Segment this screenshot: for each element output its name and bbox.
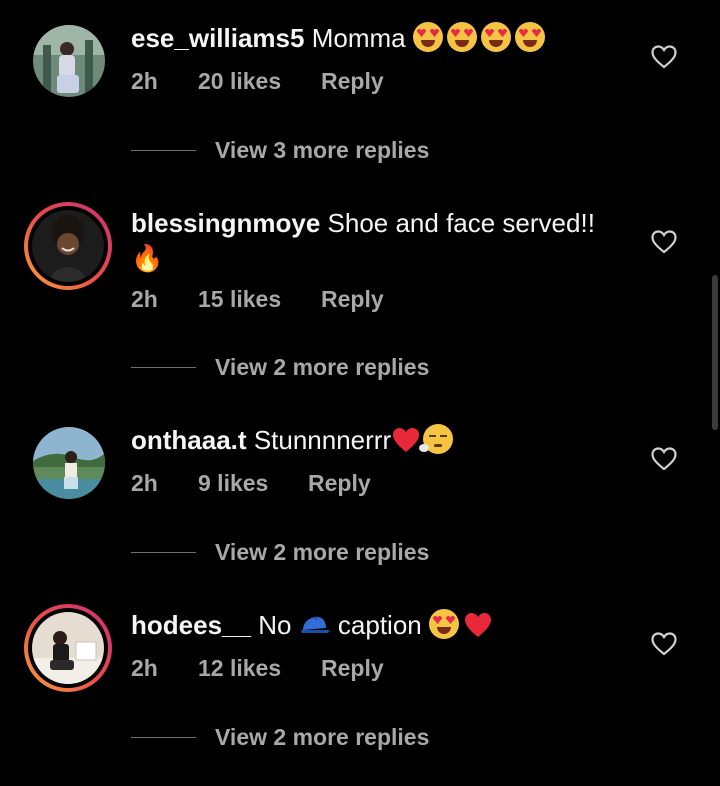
heart-eyes-emoji [412, 22, 549, 53]
comment-body-after: caption [337, 610, 422, 640]
fire-emoji: 🔥 [131, 244, 164, 275]
view-replies-label: View 2 more replies [215, 724, 430, 750]
cap-emoji [300, 616, 330, 633]
view-more-replies-button[interactable]: View 2 more replies [131, 539, 429, 566]
divider [131, 367, 196, 368]
view-more-replies-button[interactable]: View 2 more replies [131, 724, 429, 751]
avatar[interactable] [33, 25, 105, 97]
comment-body: Momma [311, 23, 406, 53]
view-more-replies-button[interactable]: View 2 more replies [131, 354, 429, 381]
comment-meta: 2h 9 likes Reply [131, 470, 371, 497]
red-heart-emoji [393, 428, 420, 452]
comment-meta: 2h 20 likes Reply [131, 68, 384, 95]
reply-button[interactable]: Reply [321, 68, 384, 95]
view-replies-label: View 2 more replies [215, 354, 430, 380]
comment-likes[interactable]: 20 likes [198, 68, 321, 95]
comment-username[interactable]: ese_williams5 [131, 23, 304, 53]
comment-username[interactable]: onthaaa.t [131, 425, 247, 455]
avatar[interactable] [33, 427, 105, 499]
comment-username[interactable]: hodees__ [131, 610, 251, 640]
view-more-replies-button[interactable]: View 3 more replies [131, 137, 429, 164]
divider [131, 150, 196, 151]
divider [131, 737, 196, 738]
heart-outline-icon[interactable] [651, 230, 677, 254]
divider [131, 552, 196, 553]
scrollbar[interactable] [712, 275, 718, 430]
comment-body: Shoe and face served!! [327, 208, 595, 238]
comment-likes[interactable]: 9 likes [198, 470, 308, 497]
heart-outline-icon[interactable] [651, 632, 677, 656]
comment-meta: 2h 15 likes Reply [131, 286, 384, 313]
comment-text: ese_williams5 Momma [131, 21, 631, 55]
comment-username[interactable]: blessingnmoye [131, 208, 320, 238]
reply-button[interactable]: Reply [321, 655, 384, 682]
comment-body-before: No [258, 610, 292, 640]
view-replies-label: View 2 more replies [215, 539, 430, 565]
comment-likes[interactable]: 12 likes [198, 655, 321, 682]
reply-button[interactable]: Reply [321, 286, 384, 313]
avatar[interactable] [24, 604, 112, 692]
avatar[interactable] [24, 202, 112, 290]
heart-eyes-emoji [428, 609, 459, 639]
reply-button[interactable]: Reply [308, 470, 371, 497]
comment-text: hodees__ No caption [131, 608, 631, 642]
comment-time: 2h [131, 655, 158, 681]
exhaling-face-emoji [419, 424, 454, 454]
comment-meta: 2h 12 likes Reply [131, 655, 384, 682]
red-heart-emoji [464, 613, 491, 637]
heart-outline-icon[interactable] [651, 447, 677, 471]
comment-likes[interactable]: 15 likes [198, 286, 321, 313]
comment-body: Stunnnnerrr [253, 425, 392, 455]
view-replies-label: View 3 more replies [215, 137, 430, 163]
comment-text: onthaaa.t Stunnnnerrr [131, 423, 631, 457]
heart-outline-icon[interactable] [651, 45, 677, 69]
comment-time: 2h [131, 470, 158, 496]
comment-time: 2h [131, 286, 158, 312]
comment-text: blessingnmoye Shoe and face served!! 🔥 [131, 206, 631, 276]
comment-time: 2h [131, 68, 158, 94]
